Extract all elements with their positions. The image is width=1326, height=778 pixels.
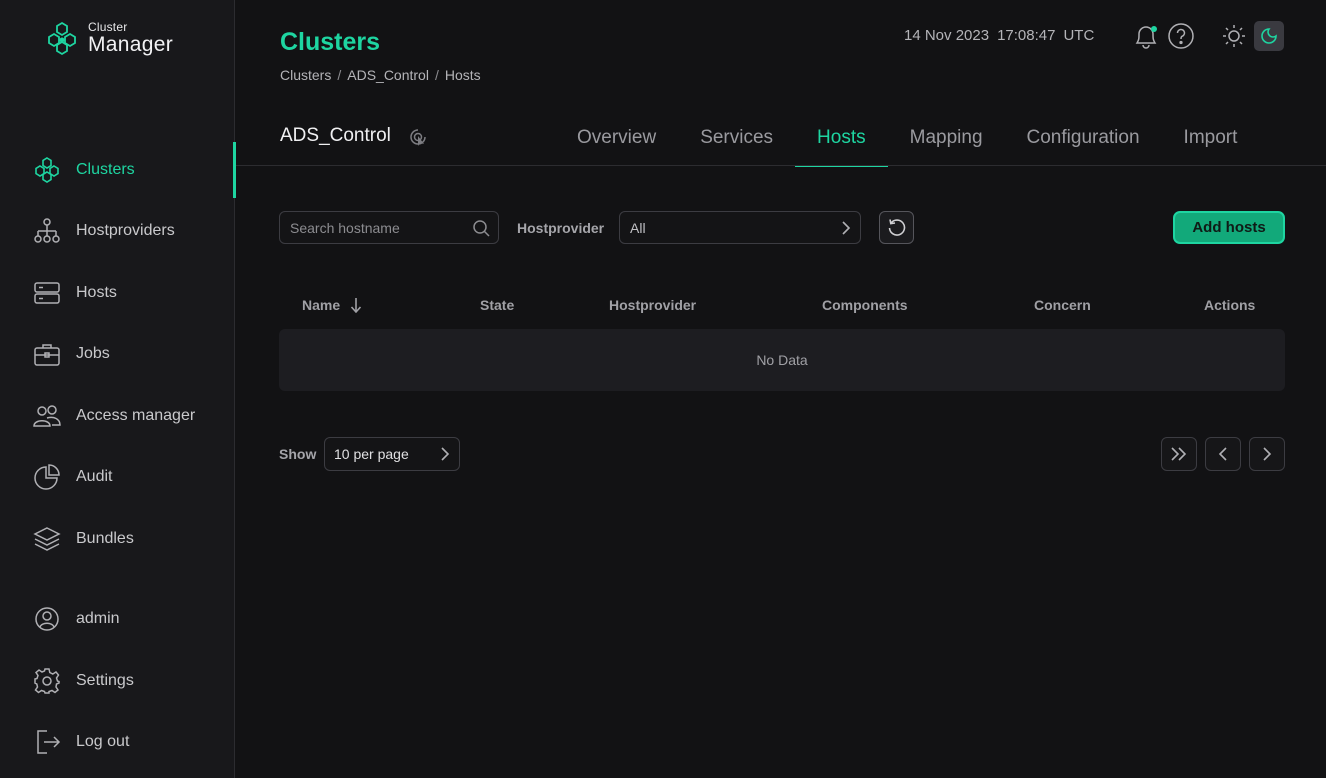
- sidebar-item-bundles[interactable]: Bundles: [0, 511, 235, 567]
- clusters-icon: [32, 155, 62, 185]
- tab-services[interactable]: Services: [678, 110, 795, 166]
- column-header-concern: Concern: [1034, 297, 1091, 313]
- breadcrumb-item[interactable]: ADS_Control: [347, 67, 429, 83]
- column-header-label: Name: [302, 297, 341, 313]
- per-page-select[interactable]: 10 per page: [324, 437, 460, 471]
- user-icon: [32, 604, 62, 634]
- cluster-status-icon: [407, 126, 429, 148]
- page-title: Clusters: [280, 28, 381, 56]
- clock-date: 14 Nov 2023: [904, 27, 990, 44]
- sidebar-item-label: Hostproviders: [76, 222, 175, 239]
- hostprovider-select[interactable]: All: [619, 211, 861, 244]
- tab-mapping[interactable]: Mapping: [888, 110, 1005, 166]
- reset-filters-button[interactable]: [879, 211, 914, 244]
- chevron-left-icon: [1218, 447, 1227, 461]
- clock-timezone: UTC: [1063, 27, 1095, 44]
- logo-small-text: Cluster: [88, 20, 128, 34]
- chevron-right-icon: [1263, 447, 1272, 461]
- sidebar-item-audit[interactable]: Audit: [0, 449, 235, 505]
- sidebar-item-hosts[interactable]: Hosts: [0, 265, 235, 321]
- search-input[interactable]: [290, 219, 472, 236]
- breadcrumb-current: Hosts: [444, 67, 481, 83]
- sidebar-item-access-manager[interactable]: Access manager: [0, 388, 235, 444]
- sun-icon[interactable]: [1218, 20, 1250, 52]
- tab-overview[interactable]: Overview: [555, 110, 678, 166]
- column-header-name[interactable]: Name: [302, 297, 362, 313]
- hostprovider-select-value: All: [630, 219, 646, 236]
- pagination-last-button[interactable]: [1161, 437, 1197, 471]
- cluster-name: ADS_Control: [280, 125, 391, 146]
- breadcrumb-separator: /: [434, 67, 439, 83]
- tabs-divider: [236, 165, 1326, 166]
- per-page-value: 10 per page: [334, 446, 409, 462]
- sidebar-item-label: Access manager: [76, 407, 196, 424]
- sidebar-item-admin[interactable]: admin: [0, 591, 235, 647]
- sidebar-item-clusters[interactable]: Clusters: [0, 142, 236, 198]
- sidebar-item-label: Bundles: [76, 530, 134, 547]
- sort-desc-icon: [351, 298, 362, 313]
- sidebar-item-label: Clusters: [76, 161, 135, 178]
- theme-toggle[interactable]: [1218, 20, 1286, 52]
- hexagon-logo-icon: [48, 21, 76, 56]
- column-header-state[interactable]: State: [480, 297, 514, 313]
- hostproviders-icon: [32, 216, 62, 246]
- gear-icon: [32, 666, 62, 696]
- app-logo[interactable]: Cluster Manager: [44, 20, 173, 56]
- audit-icon: [32, 462, 62, 492]
- notifications-button[interactable]: [1132, 22, 1160, 50]
- sidebar-item-label: Hosts: [76, 284, 117, 301]
- sidebar-item-label: Log out: [76, 733, 130, 750]
- sidebar-item-jobs[interactable]: Jobs: [0, 326, 235, 382]
- logout-icon: [32, 727, 62, 757]
- tab-hosts[interactable]: Hosts: [795, 110, 888, 167]
- hosts-icon: [32, 278, 62, 308]
- table-empty-row: No Data: [279, 329, 1285, 391]
- column-header-hostprovider[interactable]: Hostprovider: [609, 297, 696, 313]
- access-manager-icon: [32, 401, 62, 431]
- tab-import[interactable]: Import: [1162, 110, 1260, 166]
- question-icon: [1168, 23, 1194, 49]
- sidebar-item-label: Settings: [76, 672, 134, 689]
- sidebar-item-label: Jobs: [76, 345, 110, 362]
- help-button[interactable]: [1167, 22, 1195, 50]
- column-header-actions: Actions: [1204, 297, 1256, 313]
- column-header-components: Components: [822, 297, 908, 313]
- server-clock: 14 Nov 2023 17:08:47 UTC: [904, 27, 1094, 44]
- search-box: [279, 211, 499, 244]
- chevron-right-icon: [441, 447, 450, 461]
- breadcrumb: Clusters / ADS_Control / Hosts: [280, 67, 481, 83]
- sidebar-item-label: Audit: [76, 468, 113, 485]
- sidebar-item-hostproviders[interactable]: Hostproviders: [0, 203, 235, 259]
- sidebar-item-settings[interactable]: Settings: [0, 653, 235, 709]
- pagination-next-button[interactable]: [1249, 437, 1285, 471]
- breadcrumb-item[interactable]: Clusters: [280, 67, 331, 83]
- no-data-text: No Data: [756, 352, 808, 368]
- search-icon[interactable]: [472, 219, 490, 237]
- tab-configuration[interactable]: Configuration: [1005, 110, 1162, 166]
- cluster-tabs: Overview Services Hosts Mapping Configur…: [555, 110, 1260, 167]
- refresh-icon: [888, 218, 905, 236]
- hostprovider-filter-label: Hostprovider: [517, 220, 605, 236]
- add-hosts-button[interactable]: Add hosts: [1173, 211, 1285, 244]
- moon-icon[interactable]: [1254, 21, 1284, 51]
- logo-big-text: Manager: [88, 33, 173, 56]
- clock-time: 17:08:47: [997, 27, 1056, 44]
- sidebar-item-label: admin: [76, 610, 120, 627]
- per-page-label: Show: [279, 446, 317, 462]
- bundles-icon: [32, 524, 62, 554]
- breadcrumb-separator: /: [337, 67, 342, 83]
- sidebar-item-logout[interactable]: Log out: [0, 714, 235, 770]
- pagination-prev-button[interactable]: [1205, 437, 1241, 471]
- double-chevron-right-icon: [1171, 447, 1187, 461]
- jobs-icon: [32, 339, 62, 369]
- sidebar: Cluster Manager Clusters Hostproviders H…: [0, 0, 236, 778]
- bell-icon: [1135, 26, 1157, 49]
- chevron-right-icon: [842, 220, 851, 235]
